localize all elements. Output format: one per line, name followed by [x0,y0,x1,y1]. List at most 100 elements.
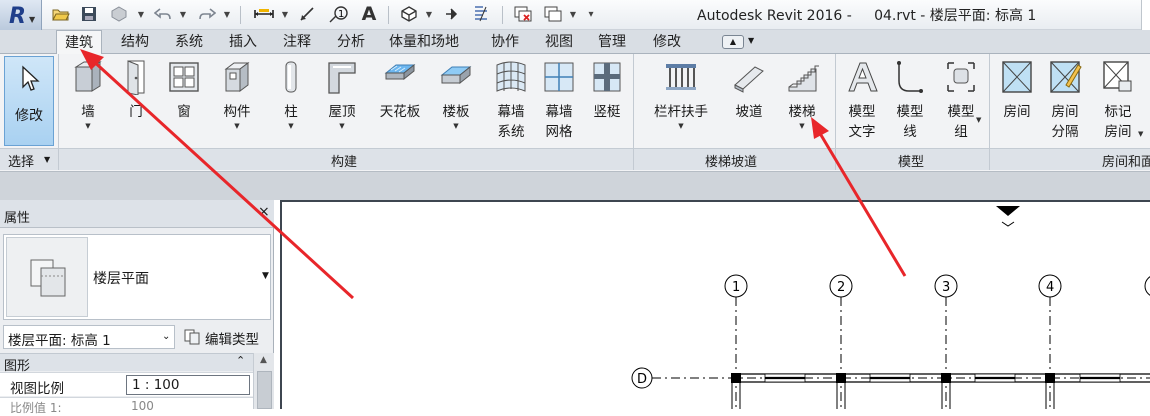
tab-modify[interactable]: 修改 [653,30,681,54]
scrollbar-thumb[interactable] [257,371,272,409]
switch-windows-icon[interactable] [542,4,564,24]
drawing-area[interactable]: 1 2 3 4 D [280,200,1150,409]
room-icon [1002,61,1032,93]
door-button[interactable]: 门 [114,54,158,148]
floor-plan-drawing[interactable]: 1 2 3 4 D [282,202,1150,409]
chevron-down-icon[interactable]: ▼ [64,122,112,130]
tab-view[interactable]: 视图 [545,30,573,54]
room-button[interactable]: 房间 [994,54,1040,148]
window-control[interactable] [1141,0,1150,30]
grid-line-5[interactable] [1144,275,1150,297]
edit-type-icon [184,329,200,345]
chevron-down-icon[interactable]: ▼ [212,122,262,130]
tag-room-button[interactable]: 标记 房间 ▼ [1094,54,1143,148]
modify-button[interactable]: 修改 [4,56,54,146]
room-separator-button[interactable]: 房间 分隔 [1042,54,1088,148]
model-text-label: 模型 文字 [840,102,884,142]
wall-icon [74,61,102,92]
type-selector[interactable]: 楼层平面 ▼ [3,234,271,320]
chevron-down-icon[interactable]: ▼ [178,4,188,24]
label-line: 房间 [1051,104,1079,120]
chevron-down-icon[interactable]: ▼ [262,271,269,281]
label-line: 文字 [848,124,876,140]
model-group-button[interactable]: 模型组 ▼ [936,54,986,148]
chevron-down-icon[interactable]: ▼ [432,122,480,130]
tab-massing-site[interactable]: 体量和场地 [389,30,459,54]
text-icon[interactable]: A [358,3,380,25]
chevron-down-icon[interactable]: ▼ [44,155,50,164]
sync-icon[interactable] [108,4,130,24]
elevation-marker-icon[interactable] [996,206,1020,216]
chevron-down-icon[interactable]: ▼ [1138,130,1143,138]
ceiling-button[interactable]: 天花板 [372,54,428,148]
instance-filter-select[interactable]: 楼层平面: 标高 1 ⌄ [3,325,175,349]
ribbon-minimize-icon[interactable]: ▲ [722,35,744,49]
tab-systems[interactable]: 系统 [175,30,203,54]
grid-line-3[interactable]: 3 [934,274,958,409]
measure-icon[interactable] [252,4,276,24]
tab-structure[interactable]: 结构 [121,30,149,54]
wall-label: 墙 [81,104,95,120]
customize-toolbar-icon[interactable]: ▾ [585,4,597,24]
model-text-button[interactable]: 模型 文字 [840,54,884,148]
tab-annotate[interactable]: 注释 [283,30,311,54]
chevron-down-icon[interactable]: ▼ [568,4,578,24]
grid-line-2[interactable]: 2 [829,274,853,409]
window-button[interactable]: 窗 [162,54,206,148]
chevron-down-icon[interactable]: ▼ [644,122,718,130]
grid-line-4[interactable]: 4 [1038,274,1062,409]
column-button[interactable]: 柱 ▼ [268,54,314,148]
tag-icon[interactable]: 1 [328,4,350,24]
3d-view-icon[interactable] [398,4,420,24]
open-icon[interactable] [50,4,72,24]
undo-icon[interactable] [152,4,174,24]
chevron-down-icon[interactable]: ⌄ [162,331,170,342]
chevron-down-icon[interactable]: ▼ [136,4,146,24]
roof-button[interactable]: 屋顶 ▼ [318,54,366,148]
stair-button[interactable]: 楼梯 ▼ [778,54,826,148]
collapse-icon[interactable]: ⌃ [236,354,245,367]
chevron-down-icon[interactable]: ▼ [778,122,826,130]
mullion-button[interactable]: 竖梃 [584,54,630,148]
label-line: 模型 [848,104,876,120]
component-button[interactable]: 构件 ▼ [212,54,262,148]
ribbon: 修改 选择 ▼ 墙 ▼ 门 窗 构件 ▼ 柱 ▼ 屋顶 ▼ 天花板 楼板 ▼ 幕… [0,54,1150,172]
redo-icon[interactable] [196,4,218,24]
ramp-button[interactable]: 坡道 [724,54,774,148]
ceiling-label: 天花板 [379,104,421,120]
grid-label: 4 [1046,280,1054,295]
section-icon[interactable] [440,4,462,24]
chevron-down-icon: ▼ [29,15,36,24]
curtain-system-button[interactable]: 幕墙 系统 [486,54,536,148]
chevron-down-icon[interactable]: ▼ [748,36,754,45]
close-hidden-windows-icon[interactable] [512,4,534,24]
railing-button[interactable]: 栏杆扶手 ▼ [644,54,718,148]
tab-manage[interactable]: 管理 [598,30,626,54]
chevron-down-icon[interactable]: ▼ [222,4,232,24]
close-icon[interactable]: × [258,204,270,220]
tab-collaborate[interactable]: 协作 [491,30,519,54]
grid-line-1[interactable]: 1 [724,274,748,409]
chevron-down-icon[interactable]: ▼ [268,122,314,130]
chevron-down-icon[interactable]: ▼ [976,116,981,124]
view-scale-input[interactable]: 1 : 100 [126,375,250,395]
chevron-down-icon[interactable]: ▼ [318,122,366,130]
chevron-down-icon[interactable]: ▼ [424,4,434,24]
tab-analyze[interactable]: 分析 [337,30,365,54]
model-line-button[interactable]: 模型线 [888,54,932,148]
tab-architecture[interactable]: 建筑 [56,30,102,55]
railing-label: 栏杆扶手 [654,104,708,120]
aligned-dimension-icon[interactable] [296,4,318,24]
application-menu-button[interactable]: R ▼ [0,0,42,32]
chevron-down-icon[interactable]: ▼ [280,4,290,24]
wall-button[interactable]: 墙 ▼ [64,54,112,148]
curtain-grid-button[interactable]: 幕墙 网格 [536,54,582,148]
scrollbar[interactable]: ▲ [253,353,274,409]
graphics-section-header[interactable]: 图形 ⌃ [0,353,253,374]
tab-insert[interactable]: 插入 [229,30,257,54]
scroll-up-icon[interactable]: ▲ [260,355,267,365]
save-icon[interactable] [78,4,100,24]
edit-type-button[interactable]: 编辑类型 [181,325,271,349]
thin-lines-icon[interactable] [470,4,492,24]
floor-button[interactable]: 楼板 ▼ [432,54,480,148]
